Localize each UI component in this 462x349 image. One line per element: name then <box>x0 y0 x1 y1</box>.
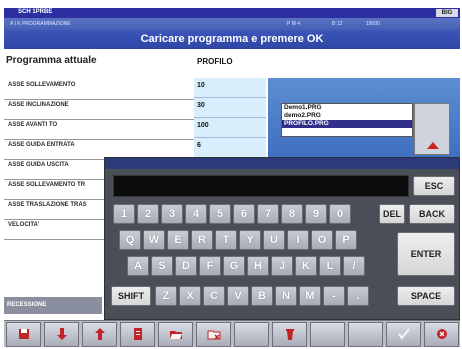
instruction-banner: Caricare programma e premere OK <box>4 30 460 49</box>
status-field-3: 18000 <box>366 21 380 27</box>
key-c[interactable]: C <box>203 286 225 306</box>
exit-button[interactable] <box>424 322 459 347</box>
key-7[interactable]: 7 <box>257 204 279 224</box>
current-program-value: PROFILO <box>197 57 233 66</box>
key-b[interactable]: B <box>251 286 273 306</box>
key-q[interactable]: Q <box>119 230 141 250</box>
key-4[interactable]: 4 <box>185 204 207 224</box>
key-3[interactable]: 3 <box>161 204 183 224</box>
key-8[interactable]: 8 <box>281 204 303 224</box>
key-m[interactable]: M <box>299 286 321 306</box>
open-folder-button[interactable] <box>158 322 193 347</box>
document-icon <box>134 328 142 340</box>
key-d[interactable]: D <box>175 256 197 276</box>
list-item-selected[interactable]: PROFILO.PRG <box>282 120 412 128</box>
save-icon <box>19 329 29 339</box>
shift-key[interactable]: SHIFT <box>111 286 151 306</box>
delete-folder-button[interactable] <box>196 322 231 347</box>
key-h[interactable]: H <box>247 256 269 276</box>
key-6[interactable]: 6 <box>233 204 255 224</box>
ok-button[interactable] <box>386 322 421 347</box>
arrow-up-icon <box>427 142 439 149</box>
onscreen-keyboard: ESC 1 2 3 4 5 6 7 8 9 0 DEL BACK Q W E R… <box>104 157 460 320</box>
exit-icon <box>437 329 447 339</box>
key-o[interactable]: O <box>311 230 333 250</box>
param-value[interactable]: 6 <box>194 138 266 158</box>
key-0[interactable]: 0 <box>329 204 351 224</box>
status-mode: A I K PROGRAMMAZIONE <box>10 21 71 27</box>
move-down-button[interactable] <box>44 322 79 347</box>
key-t[interactable]: T <box>215 230 237 250</box>
save-button[interactable] <box>6 322 41 347</box>
del-key[interactable]: DEL <box>379 204 405 224</box>
toolbar-blank-button[interactable] <box>310 322 345 347</box>
key-i[interactable]: I <box>287 230 309 250</box>
key-e[interactable]: E <box>167 230 189 250</box>
move-up-button[interactable] <box>82 322 117 347</box>
back-key[interactable]: BACK <box>409 204 455 224</box>
toolbar-blank-button[interactable] <box>234 322 269 347</box>
param-value[interactable]: 100 <box>194 118 266 138</box>
param-label: ASSE INCLINAZIONE <box>4 98 194 120</box>
document-button[interactable] <box>120 322 155 347</box>
key-w[interactable]: W <box>143 230 165 250</box>
key-period[interactable]: . <box>347 286 369 306</box>
param-value[interactable]: 10 <box>194 78 266 98</box>
app-title: SCH 1PRBE <box>18 9 53 15</box>
esc-key[interactable]: ESC <box>413 176 455 196</box>
key-x[interactable]: X <box>179 286 201 306</box>
key-2[interactable]: 2 <box>137 204 159 224</box>
param-label: ASSE SOLLEVAMENTO <box>4 78 194 100</box>
space-key[interactable]: SPACE <box>397 286 455 306</box>
key-slash[interactable]: / <box>343 256 365 276</box>
ok-icon <box>398 328 410 340</box>
key-u[interactable]: U <box>263 230 285 250</box>
param-label: ASSE AVANTI TO <box>4 118 194 140</box>
key-minus[interactable]: - <box>323 286 345 306</box>
list-item[interactable]: Demo1.PRG <box>282 104 412 112</box>
key-9[interactable]: 9 <box>305 204 327 224</box>
enter-key[interactable]: ENTER <box>397 232 455 276</box>
key-r[interactable]: R <box>191 230 213 250</box>
scroll-button[interactable] <box>414 103 450 155</box>
key-f[interactable]: F <box>199 256 221 276</box>
key-y[interactable]: Y <box>239 230 261 250</box>
list-item[interactable]: demo2.PRG <box>282 112 412 120</box>
toolbar-blank-button[interactable] <box>348 322 383 347</box>
status-field-1: P M 4 <box>287 21 300 27</box>
status-field-2: B 13 <box>332 21 343 27</box>
arrow-down-icon <box>57 328 67 340</box>
key-s[interactable]: S <box>151 256 173 276</box>
param-value[interactable]: 30 <box>194 98 266 118</box>
window-buttons[interactable]: BIG <box>436 9 458 17</box>
status-bar: A I K PROGRAMMAZIONE P M 4 B 13 18000 <box>4 18 460 30</box>
key-5[interactable]: 5 <box>209 204 231 224</box>
delete-button[interactable] <box>272 322 307 347</box>
parameter-values: 10 30 100 6 <box>194 78 266 160</box>
key-v[interactable]: V <box>227 286 249 306</box>
key-p[interactable]: P <box>335 230 357 250</box>
key-g[interactable]: G <box>223 256 245 276</box>
keyboard-titlebar <box>105 158 459 169</box>
delete-icon <box>286 329 294 340</box>
folder-delete-icon <box>207 330 221 340</box>
folder-open-icon <box>170 331 182 339</box>
key-k[interactable]: K <box>295 256 317 276</box>
recession-label: RECESSIONE <box>4 297 102 314</box>
key-n[interactable]: N <box>275 286 297 306</box>
key-z[interactable]: Z <box>155 286 177 306</box>
bottom-toolbar <box>4 320 460 347</box>
title-bar: SCH 1PRBE BIG <box>4 8 460 18</box>
key-j[interactable]: J <box>271 256 293 276</box>
arrow-up-icon <box>95 328 105 340</box>
key-a[interactable]: A <box>127 256 149 276</box>
key-1[interactable]: 1 <box>113 204 135 224</box>
keyboard-input-field[interactable] <box>113 175 409 197</box>
key-l[interactable]: L <box>319 256 341 276</box>
program-file-list[interactable]: Demo1.PRG demo2.PRG PROFILO.PRG <box>281 103 413 137</box>
current-program-label: Programma attuale <box>6 55 97 66</box>
